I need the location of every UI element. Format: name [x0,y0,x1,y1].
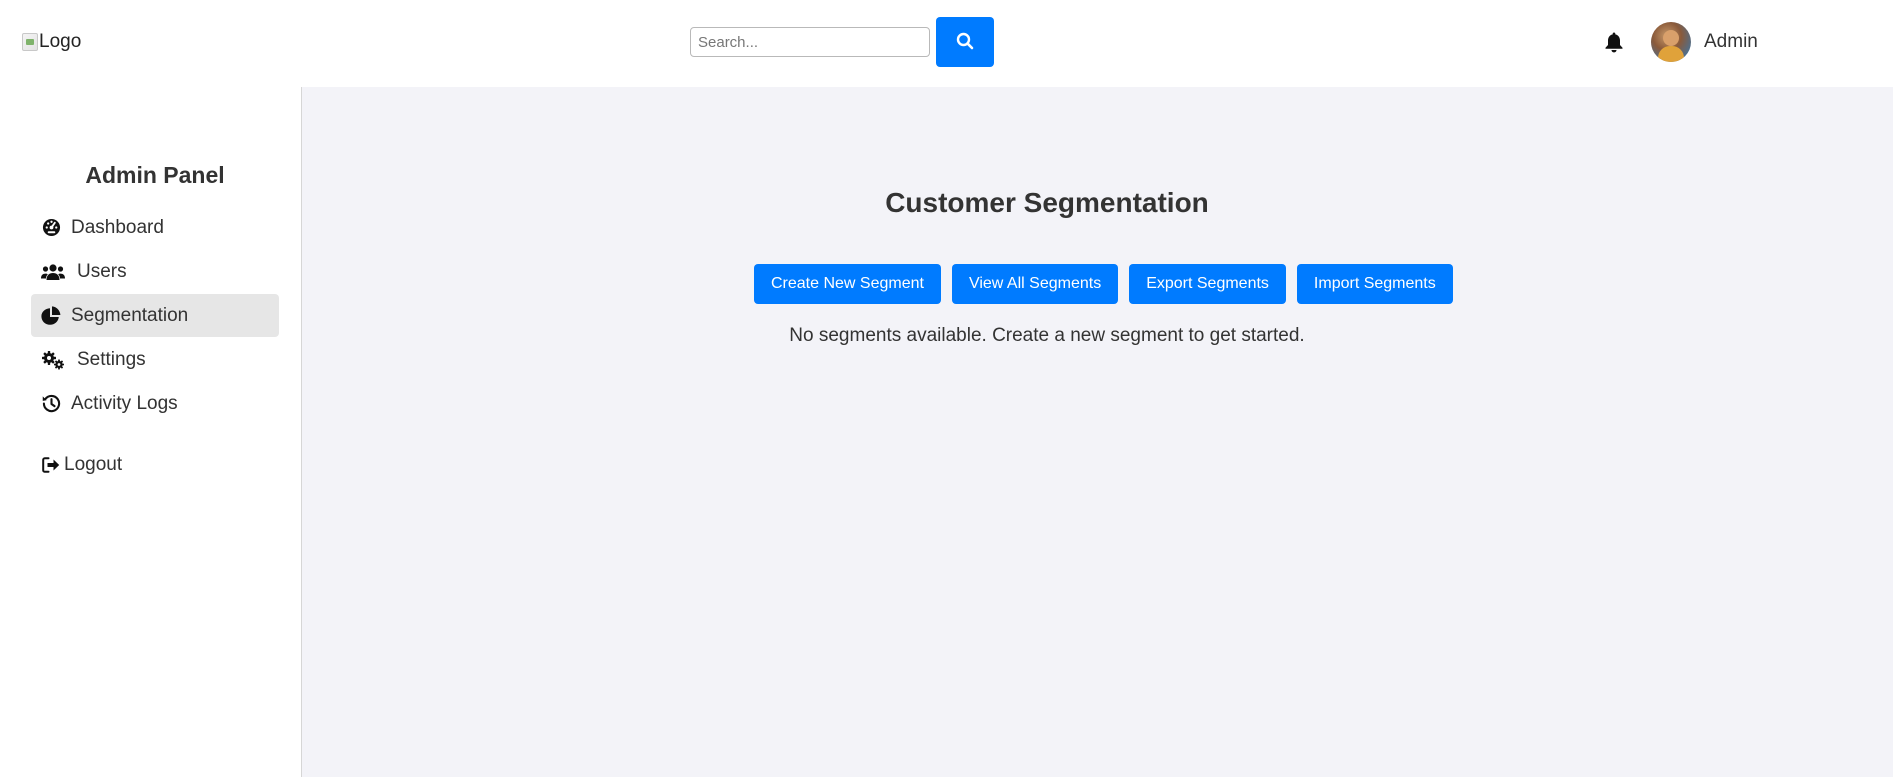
users-icon [41,262,65,282]
sidebar-nav: Dashboard Users Segmentation Settings Ac… [31,206,279,426]
view-all-segments-button[interactable]: View All Segments [951,264,1119,304]
search-button[interactable] [936,17,994,67]
page-title: Customer Segmentation [885,187,1209,218]
history-icon [41,394,61,414]
sidebar: Admin Panel Dashboard Users Segmentation… [0,87,302,777]
user-area: Admin [1602,21,1758,63]
sidebar-item-label: Dashboard [71,216,164,238]
create-new-segment-button[interactable]: Create New Segment [754,264,941,304]
pie-chart-icon [41,305,61,326]
empty-state-message: No segments available. Create a new segm… [789,325,1305,346]
sidebar-item-segmentation[interactable]: Segmentation [31,294,279,337]
segment-actions: Create New Segment View All Segments Exp… [754,264,1464,304]
logo[interactable]: Logo [22,31,81,53]
import-segments-button[interactable]: Import Segments [1296,264,1453,304]
logout-label: Logout [64,454,123,475]
bell-icon[interactable] [1602,29,1626,55]
sidebar-item-label: Users [77,260,127,282]
logout-link[interactable]: Logout [41,454,122,476]
user-name[interactable]: Admin [1704,31,1758,53]
search-bar [690,17,994,67]
sidebar-title: Admin Panel [85,162,225,188]
search-input[interactable] [690,27,930,57]
sidebar-item-label: Segmentation [71,304,189,326]
sidebar-item-settings[interactable]: Settings [31,338,279,381]
gears-icon [41,350,65,370]
export-segments-button[interactable]: Export Segments [1129,264,1286,304]
sidebar-item-activity-logs[interactable]: Activity Logs [31,382,279,425]
main-content: Customer Segmentation Create New Segment… [302,87,1893,777]
sidebar-item-users[interactable]: Users [31,250,279,293]
search-icon [956,32,974,53]
sidebar-item-label: Activity Logs [71,392,178,414]
sidebar-item-dashboard[interactable]: Dashboard [31,206,279,249]
avatar[interactable] [1651,22,1691,62]
sidebar-item-label: Settings [77,348,146,370]
sign-out-icon [41,455,60,475]
broken-image-icon [22,33,38,51]
dashboard-gauge-icon [41,218,61,238]
top-header: Logo Admin [0,0,1893,87]
logo-alt-text: Logo [39,31,82,52]
